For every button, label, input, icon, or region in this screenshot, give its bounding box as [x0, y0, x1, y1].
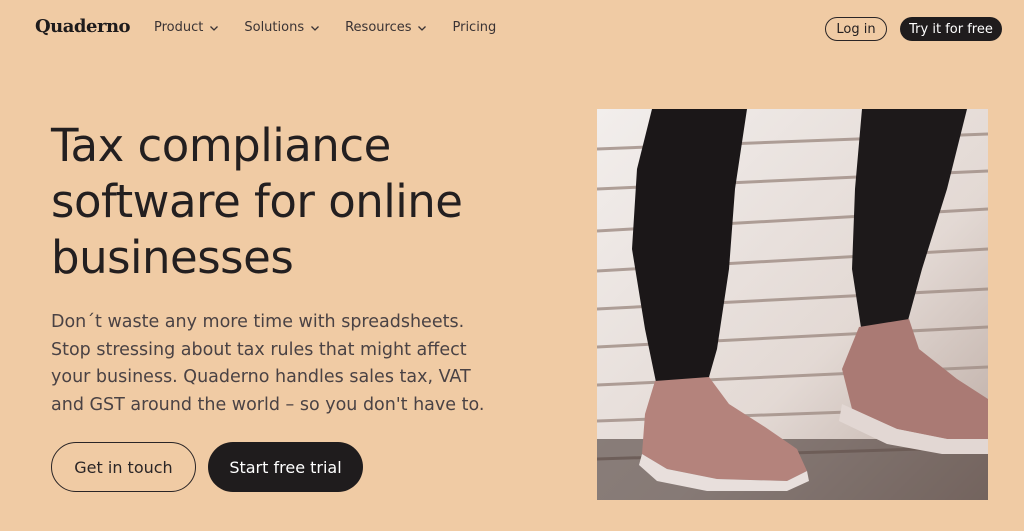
start-free-trial-button[interactable]: Start free trial [208, 442, 363, 492]
login-button[interactable]: Log in [825, 17, 887, 41]
headline-line: software for online [51, 175, 463, 228]
chevron-down-icon [418, 25, 427, 31]
get-in-touch-button[interactable]: Get in touch [51, 442, 196, 492]
headline-line: businesses [51, 231, 294, 284]
hero-description: Don´t waste any more time with spreadshe… [51, 312, 485, 415]
hero-illustration [597, 109, 988, 500]
top-navigation: Quaderno Product Solutions Resources Pri… [0, 0, 1024, 58]
chevron-down-icon [311, 25, 320, 31]
menu-item-label: Solutions [244, 20, 305, 35]
menu-item-resources[interactable]: Resources [345, 20, 427, 35]
chevron-down-icon [210, 25, 219, 31]
quaderno-logo[interactable]: Quaderno [35, 16, 131, 37]
menu-item-product[interactable]: Product [154, 20, 219, 35]
menu-item-pricing[interactable]: Pricing [452, 20, 496, 35]
hero-image-walking-legs [597, 109, 988, 500]
try-free-button[interactable]: Try it for free [900, 17, 1002, 41]
menu-item-label: Product [154, 20, 204, 35]
page-title: Tax compliance software for online busin… [51, 118, 521, 286]
main-menu: Product Solutions Resources Pricing [154, 20, 521, 35]
menu-item-label: Resources [345, 20, 412, 35]
menu-item-label: Pricing [452, 20, 497, 35]
menu-item-solutions[interactable]: Solutions [244, 20, 320, 35]
headline-line: Tax compliance [51, 119, 391, 172]
